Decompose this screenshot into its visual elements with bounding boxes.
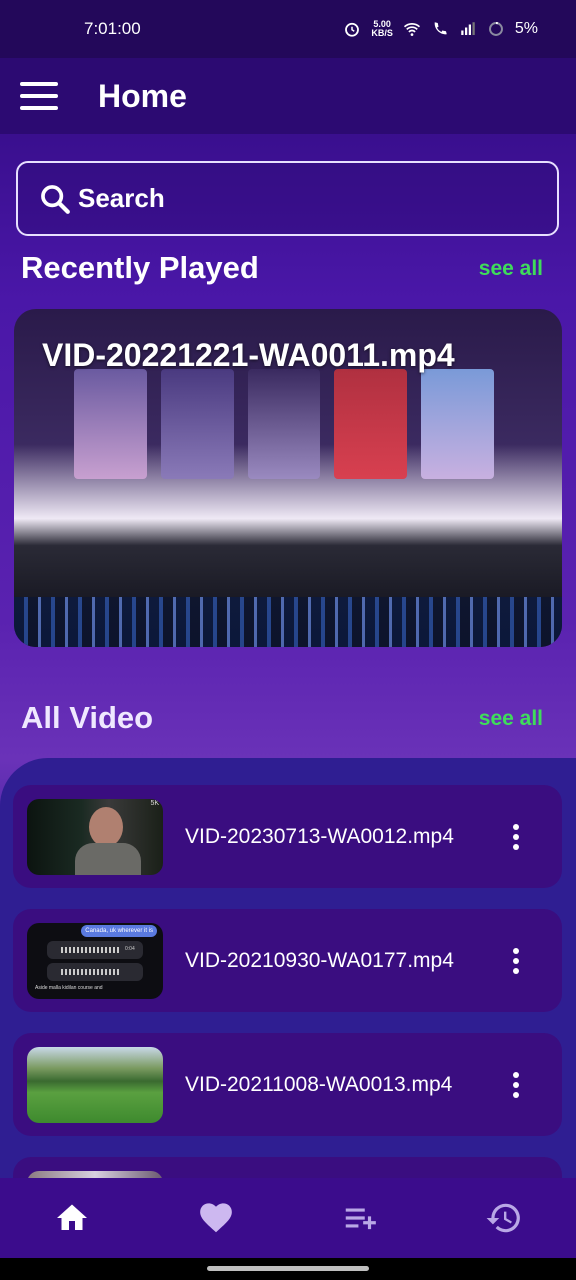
page-title: Home xyxy=(98,77,187,114)
recently-played-heading: Recently Played xyxy=(21,250,259,285)
thumbnail-message-bubble: Canada, uk wherever it is xyxy=(81,924,157,937)
list-item[interactable]: 5K VID-20230713-WA0012.mp4 xyxy=(13,785,562,888)
battery-percent: 5% xyxy=(514,20,538,37)
thumbnail-audio-time: 0:04 xyxy=(125,945,135,952)
video-thumbnail xyxy=(27,1046,163,1123)
app-bar: Home xyxy=(0,58,576,134)
all-video-heading: All Video xyxy=(21,700,154,735)
playlist-add-icon xyxy=(345,1208,376,1230)
status-time: 7:01:00 xyxy=(84,19,141,38)
recently-played-see-all[interactable]: see all xyxy=(479,257,543,281)
status-bar: 7:01:00 5.00 KB/S 5% xyxy=(0,0,576,58)
search-input[interactable]: Search xyxy=(16,161,559,236)
gesture-bar xyxy=(0,1258,576,1280)
video-list-panel: 5K VID-20230713-WA0012.mp4 Canada, uk wh… xyxy=(0,758,576,1260)
call-icon xyxy=(434,22,447,35)
alarm-icon xyxy=(345,22,360,37)
video-name: VID-20230713-WA0012.mp4 xyxy=(185,824,454,848)
search-icon xyxy=(41,184,70,214)
battery-ring-icon xyxy=(488,22,503,36)
list-item[interactable]: VID-20211008-WA0013.mp4 xyxy=(13,1033,562,1136)
gesture-handle[interactable] xyxy=(207,1266,369,1271)
network-speed: 5.00 KB/S xyxy=(371,20,393,38)
heart-icon xyxy=(200,1203,232,1233)
thumbnail-caption: Aside malla kidilan course and xyxy=(35,984,103,991)
all-video-see-all[interactable]: see all xyxy=(479,707,543,731)
recent-video-card[interactable]: VID-20221221-WA0011.mp4 xyxy=(14,309,562,647)
wifi-icon xyxy=(403,23,420,36)
video-thumbnail: Canada, uk wherever it is 0:04 Aside mal… xyxy=(27,922,163,999)
nav-playlist[interactable] xyxy=(330,1188,390,1248)
search-label: Search xyxy=(78,183,165,213)
video-name: VID-20211008-WA0013.mp4 xyxy=(185,1072,453,1096)
menu-icon[interactable] xyxy=(20,82,58,110)
nav-history[interactable] xyxy=(474,1188,534,1248)
list-item[interactable]: Canada, uk wherever it is 0:04 Aside mal… xyxy=(13,909,562,1012)
video-name: VID-20210930-WA0177.mp4 xyxy=(185,948,454,972)
thumbnail-corner-text: 5K xyxy=(150,799,159,807)
signal-icon xyxy=(461,22,475,35)
more-options-icon[interactable] xyxy=(496,941,536,981)
bottom-nav xyxy=(0,1178,576,1258)
network-speed-unit: KB/S xyxy=(371,28,393,38)
recent-video-title: VID-20221221-WA0011.mp4 xyxy=(42,337,455,373)
nav-home[interactable] xyxy=(42,1188,102,1248)
more-options-icon[interactable] xyxy=(496,817,536,857)
recent-video-city-lights xyxy=(14,597,562,647)
status-icons: 5.00 KB/S 5% xyxy=(343,20,538,38)
history-icon xyxy=(486,1203,520,1233)
home-icon xyxy=(57,1204,87,1230)
video-thumbnail: 5K xyxy=(27,798,163,875)
nav-favorites[interactable] xyxy=(186,1188,246,1248)
more-options-icon[interactable] xyxy=(496,1065,536,1105)
recent-video-thumbnail xyxy=(74,369,494,479)
